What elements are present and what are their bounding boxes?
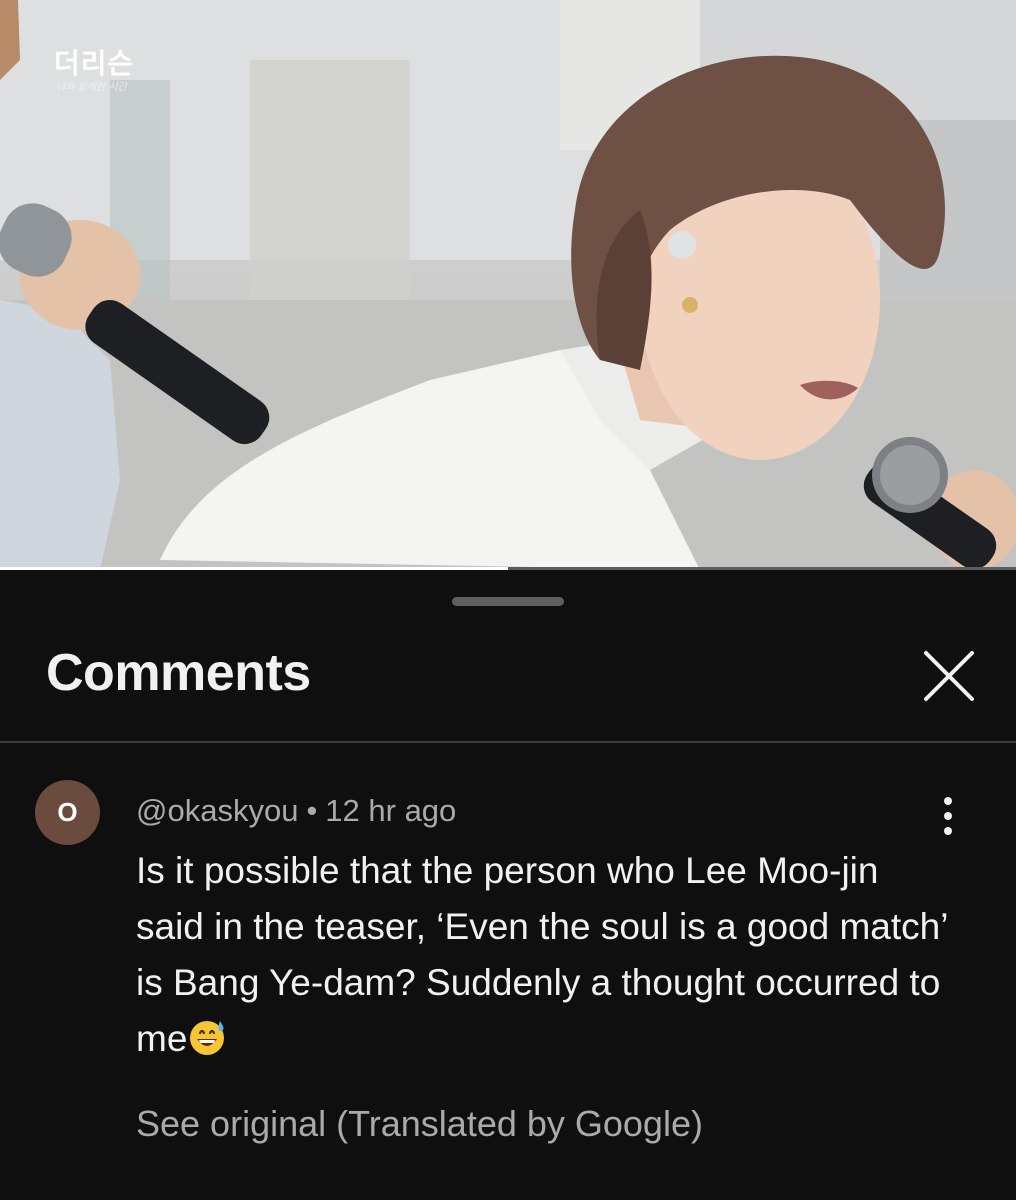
channel-watermark: 더리슨 너와 함께한 시간	[54, 42, 164, 112]
channel-watermark-subtitle: 너와 함께한 시간	[56, 82, 127, 93]
close-icon	[924, 651, 974, 701]
more-options-button[interactable]	[928, 791, 968, 841]
comments-sheet: Comments O @okaskyou • 12 hr ago Is it p…	[0, 571, 1016, 1200]
comment-author[interactable]: @okaskyou	[136, 793, 298, 828]
comment-text: Is it possible that the person who Lee M…	[136, 850, 948, 1059]
comment-item: O @okaskyou • 12 hr ago Is it possible tha…	[0, 743, 1016, 1200]
video-progress-fill	[0, 567, 508, 570]
comments-title: Comments	[46, 644, 311, 702]
avatar[interactable]: O	[35, 780, 100, 845]
see-original-link[interactable]: See original (Translated by Google)	[136, 1103, 703, 1145]
comment-body: Is it possible that the person who Lee M…	[136, 843, 956, 1067]
meta-separator: •	[306, 793, 318, 828]
avatar-initial: O	[57, 797, 78, 827]
grinning-face-with-sweat-emoji	[190, 1021, 225, 1055]
close-button[interactable]	[916, 643, 982, 709]
comment-time: 12 hr ago	[325, 793, 457, 828]
more-vert-icon	[944, 797, 952, 835]
sheet-drag-handle[interactable]	[452, 597, 564, 606]
video-player[interactable]: 더리슨 너와 함께한 시간	[0, 0, 1016, 570]
comment-meta: @okaskyou • 12 hr ago	[136, 793, 456, 829]
channel-watermark-title: 더리슨	[54, 47, 135, 80]
video-progress-bar[interactable]	[0, 567, 1016, 570]
app-screen: 더리슨 너와 함께한 시간 Comments O @okaskyou • 12 hr…	[0, 0, 1016, 1200]
